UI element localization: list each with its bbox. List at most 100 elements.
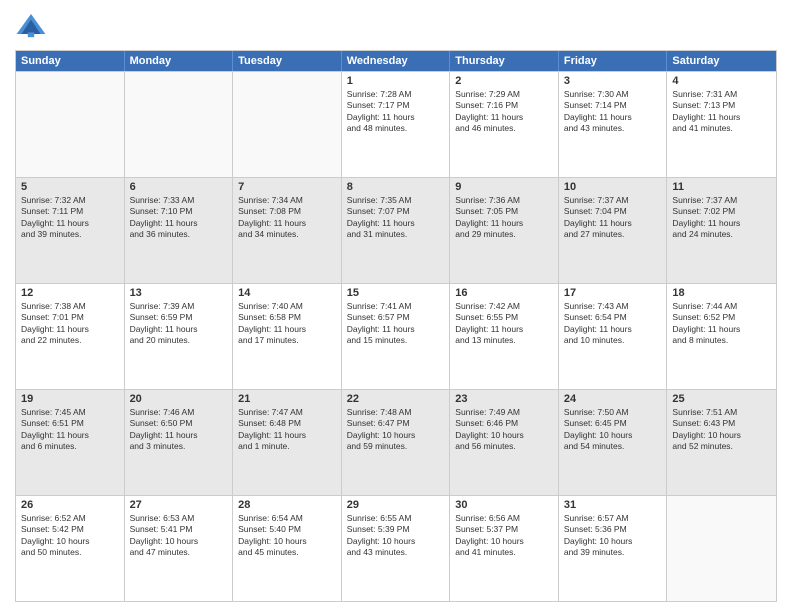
day-cell-8: 8 Sunrise: 7:35 AMSunset: 7:07 PMDaylight…: [342, 178, 451, 283]
day-cell-29: 29 Sunrise: 6:55 AMSunset: 5:39 PMDayligh…: [342, 496, 451, 601]
day-info: Sunrise: 7:29 AMSunset: 7:16 PMDaylight:…: [455, 89, 553, 135]
day-number: 1: [347, 75, 445, 87]
day-cell-28: 28Sunrise: 6:54 AMSunset: 5:40 PMDayligh…: [233, 496, 342, 601]
day-cell-27: 27Sunrise: 6:53 AMSunset: 5:41 PMDayligh…: [125, 496, 234, 601]
day-info: Sunrise: 7:50 AMSunset: 6:45 PMDaylight:…: [564, 407, 662, 453]
day-info: Sunrise: 7:44 AMSunset: 6:52 PMDaylight:…: [672, 301, 771, 347]
day-number: 13: [130, 287, 228, 299]
calendar-body: 1 Sunrise: 7:28 AMSunset: 7:17 PMDaylight…: [16, 71, 776, 601]
day-cell-13: 13Sunrise: 7:39 AMSunset: 6:59 PMDayligh…: [125, 284, 234, 389]
day-cell-11: 11 Sunrise: 7:37 AMSunset: 7:02 PMDayligh…: [667, 178, 776, 283]
page: SundayMondayTuesdayWednesdayThursdayFrid…: [0, 0, 792, 612]
header-day-saturday: Saturday: [667, 51, 776, 71]
day-info: Sunrise: 7:49 AMSunset: 6:46 PMDaylight:…: [455, 407, 553, 453]
day-info: Sunrise: 7:41 AMSunset: 6:57 PMDaylight:…: [347, 301, 445, 347]
day-info: Sunrise: 6:52 AMSunset: 5:42 PMDaylight:…: [21, 513, 119, 559]
day-cell-12: 12Sunrise: 7:38 AMSunset: 7:01 PMDayligh…: [16, 284, 125, 389]
day-number: 20: [130, 393, 228, 405]
day-cell-1: 1 Sunrise: 7:28 AMSunset: 7:17 PMDaylight…: [342, 72, 451, 177]
day-info: Sunrise: 6:57 AMSunset: 5:36 PMDaylight:…: [564, 513, 662, 559]
day-cell-25: 25Sunrise: 7:51 AMSunset: 6:43 PMDayligh…: [667, 390, 776, 495]
day-info: Sunrise: 7:43 AMSunset: 6:54 PMDaylight:…: [564, 301, 662, 347]
day-cell-30: 30Sunrise: 6:56 AMSunset: 5:37 PMDayligh…: [450, 496, 559, 601]
day-number: 22: [347, 393, 445, 405]
day-number: 4: [672, 75, 771, 87]
day-info: Sunrise: 7:32 AMSunset: 7:11 PMDaylight:…: [21, 195, 119, 241]
day-cell-31: 31 Sunrise: 6:57 AMSunset: 5:36 PMDayligh…: [559, 496, 668, 601]
logo-icon: [15, 10, 47, 42]
logo: [15, 10, 51, 42]
day-cell-23: 23Sunrise: 7:49 AMSunset: 6:46 PMDayligh…: [450, 390, 559, 495]
day-cell-21: 21 Sunrise: 7:47 AMSunset: 6:48 PMDayligh…: [233, 390, 342, 495]
day-info: Sunrise: 6:56 AMSunset: 5:37 PMDaylight:…: [455, 513, 553, 559]
day-info: Sunrise: 7:38 AMSunset: 7:01 PMDaylight:…: [21, 301, 119, 347]
day-cell-15: 15 Sunrise: 7:41 AMSunset: 6:57 PMDayligh…: [342, 284, 451, 389]
day-number: 3: [564, 75, 662, 87]
header: [15, 10, 777, 42]
day-cell-10: 10 Sunrise: 7:37 AMSunset: 7:04 PMDayligh…: [559, 178, 668, 283]
day-number: 11: [672, 181, 771, 193]
day-cell-3: 3 Sunrise: 7:30 AMSunset: 7:14 PMDaylight…: [559, 72, 668, 177]
day-cell-26: 26 Sunrise: 6:52 AMSunset: 5:42 PMDayligh…: [16, 496, 125, 601]
day-number: 31: [564, 499, 662, 511]
day-cell-9: 9 Sunrise: 7:36 AMSunset: 7:05 PMDaylight…: [450, 178, 559, 283]
empty-cell-4-6: [667, 496, 776, 601]
empty-cell-0-1: [125, 72, 234, 177]
day-cell-24: 24 Sunrise: 7:50 AMSunset: 6:45 PMDayligh…: [559, 390, 668, 495]
header-day-sunday: Sunday: [16, 51, 125, 71]
day-cell-19: 19 Sunrise: 7:45 AMSunset: 6:51 PMDayligh…: [16, 390, 125, 495]
day-info: Sunrise: 6:54 AMSunset: 5:40 PMDaylight:…: [238, 513, 336, 559]
header-day-monday: Monday: [125, 51, 234, 71]
calendar-row-4: 26 Sunrise: 6:52 AMSunset: 5:42 PMDayligh…: [16, 495, 776, 601]
day-info: Sunrise: 7:37 AMSunset: 7:02 PMDaylight:…: [672, 195, 771, 241]
day-info: Sunrise: 7:47 AMSunset: 6:48 PMDaylight:…: [238, 407, 336, 453]
day-number: 15: [347, 287, 445, 299]
day-number: 2: [455, 75, 553, 87]
day-info: Sunrise: 7:30 AMSunset: 7:14 PMDaylight:…: [564, 89, 662, 135]
day-info: Sunrise: 7:45 AMSunset: 6:51 PMDaylight:…: [21, 407, 119, 453]
day-cell-20: 20 Sunrise: 7:46 AMSunset: 6:50 PMDayligh…: [125, 390, 234, 495]
header-day-wednesday: Wednesday: [342, 51, 451, 71]
day-info: Sunrise: 7:42 AMSunset: 6:55 PMDaylight:…: [455, 301, 553, 347]
day-number: 18: [672, 287, 771, 299]
calendar-header: SundayMondayTuesdayWednesdayThursdayFrid…: [16, 51, 776, 71]
day-info: Sunrise: 7:34 AMSunset: 7:08 PMDaylight:…: [238, 195, 336, 241]
day-info: Sunrise: 7:51 AMSunset: 6:43 PMDaylight:…: [672, 407, 771, 453]
day-number: 21: [238, 393, 336, 405]
day-cell-16: 16 Sunrise: 7:42 AMSunset: 6:55 PMDayligh…: [450, 284, 559, 389]
day-number: 10: [564, 181, 662, 193]
day-number: 14: [238, 287, 336, 299]
day-info: Sunrise: 7:37 AMSunset: 7:04 PMDaylight:…: [564, 195, 662, 241]
day-number: 26: [21, 499, 119, 511]
day-number: 17: [564, 287, 662, 299]
day-number: 24: [564, 393, 662, 405]
day-cell-7: 7 Sunrise: 7:34 AMSunset: 7:08 PMDaylight…: [233, 178, 342, 283]
day-info: Sunrise: 7:36 AMSunset: 7:05 PMDaylight:…: [455, 195, 553, 241]
day-number: 19: [21, 393, 119, 405]
header-day-tuesday: Tuesday: [233, 51, 342, 71]
day-info: Sunrise: 6:55 AMSunset: 5:39 PMDaylight:…: [347, 513, 445, 559]
day-number: 27: [130, 499, 228, 511]
header-day-friday: Friday: [559, 51, 668, 71]
day-info: Sunrise: 7:31 AMSunset: 7:13 PMDaylight:…: [672, 89, 771, 135]
day-info: Sunrise: 7:46 AMSunset: 6:50 PMDaylight:…: [130, 407, 228, 453]
day-info: Sunrise: 7:35 AMSunset: 7:07 PMDaylight:…: [347, 195, 445, 241]
day-number: 5: [21, 181, 119, 193]
day-info: Sunrise: 7:48 AMSunset: 6:47 PMDaylight:…: [347, 407, 445, 453]
day-number: 6: [130, 181, 228, 193]
day-number: 9: [455, 181, 553, 193]
empty-cell-0-2: [233, 72, 342, 177]
day-info: Sunrise: 7:40 AMSunset: 6:58 PMDaylight:…: [238, 301, 336, 347]
empty-cell-0-0: [16, 72, 125, 177]
day-cell-2: 2 Sunrise: 7:29 AMSunset: 7:16 PMDaylight…: [450, 72, 559, 177]
day-cell-6: 6Sunrise: 7:33 AMSunset: 7:10 PMDaylight…: [125, 178, 234, 283]
day-info: Sunrise: 7:28 AMSunset: 7:17 PMDaylight:…: [347, 89, 445, 135]
day-number: 8: [347, 181, 445, 193]
day-number: 16: [455, 287, 553, 299]
day-cell-18: 18 Sunrise: 7:44 AMSunset: 6:52 PMDayligh…: [667, 284, 776, 389]
day-number: 7: [238, 181, 336, 193]
day-number: 29: [347, 499, 445, 511]
day-cell-14: 14 Sunrise: 7:40 AMSunset: 6:58 PMDayligh…: [233, 284, 342, 389]
day-cell-22: 22 Sunrise: 7:48 AMSunset: 6:47 PMDayligh…: [342, 390, 451, 495]
day-cell-5: 5 Sunrise: 7:32 AMSunset: 7:11 PMDaylight…: [16, 178, 125, 283]
